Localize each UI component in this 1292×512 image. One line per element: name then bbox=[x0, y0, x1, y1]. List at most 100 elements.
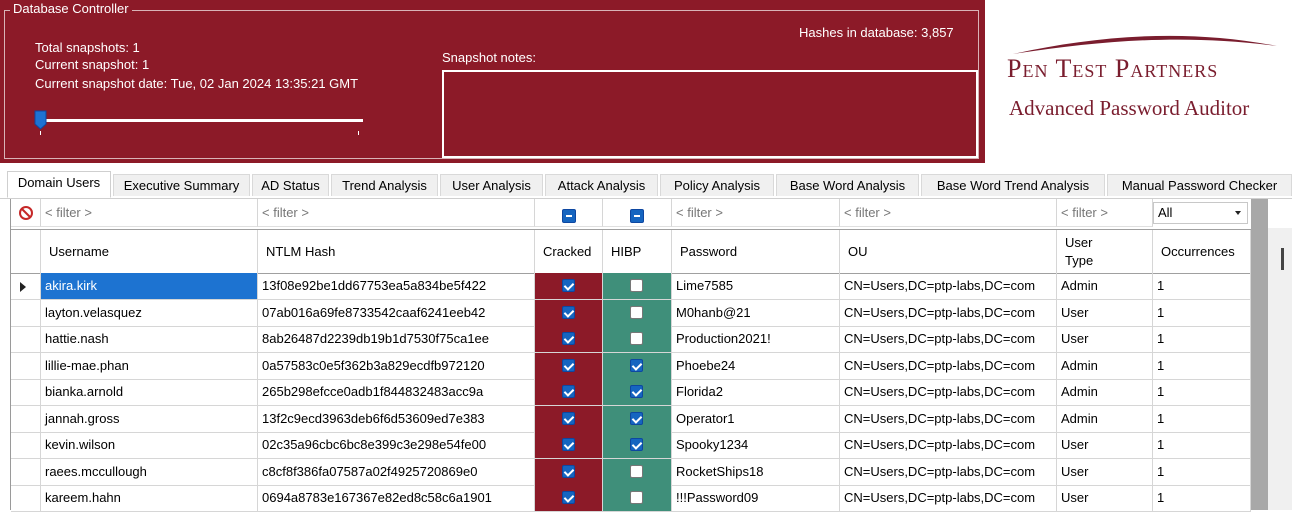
user-type-filter[interactable]: < filter > bbox=[1057, 199, 1153, 227]
tab-trend-analysis[interactable]: Trend Analysis bbox=[331, 174, 438, 196]
cell-ntlm-hash[interactable]: 8ab26487d2239db19b1d7530f75ca1ee bbox=[258, 326, 535, 353]
hibp-checkbox[interactable] bbox=[630, 491, 643, 504]
snapshot-notes-input[interactable] bbox=[442, 70, 978, 158]
scrollbar-thumb[interactable] bbox=[1281, 248, 1284, 270]
row-header[interactable] bbox=[11, 379, 41, 406]
cracked-checkbox[interactable] bbox=[561, 411, 575, 425]
cell-password[interactable]: Lime7585 bbox=[672, 273, 840, 300]
cell-username[interactable]: raees.mccullough bbox=[41, 458, 258, 486]
snapshot-slider-thumb[interactable] bbox=[34, 110, 47, 130]
hibp-checkbox[interactable] bbox=[630, 305, 643, 319]
cell-hibp[interactable] bbox=[603, 485, 672, 512]
tab-domain-users[interactable]: Domain Users bbox=[7, 171, 111, 198]
cell-cracked[interactable] bbox=[535, 379, 603, 406]
cell-hibp[interactable] bbox=[603, 273, 672, 300]
cell-user-type[interactable]: User bbox=[1057, 458, 1153, 486]
tab-base-word-analysis[interactable]: Base Word Analysis bbox=[776, 174, 919, 196]
clear-filters-button[interactable] bbox=[11, 199, 41, 227]
tab-manual-password-checker[interactable]: Manual Password Checker bbox=[1107, 174, 1292, 196]
cell-username[interactable]: lillie-mae.phan bbox=[41, 352, 258, 380]
username-filter[interactable]: < filter > bbox=[41, 199, 258, 227]
col-header-user-type[interactable]: User Type bbox=[1057, 230, 1153, 273]
cell-hibp[interactable] bbox=[603, 432, 672, 459]
hibp-filter[interactable] bbox=[603, 199, 672, 227]
cell-ou[interactable]: CN=Users,DC=ptp-labs,DC=com bbox=[840, 299, 1057, 327]
hibp-checkbox[interactable] bbox=[630, 438, 643, 451]
col-header-occurrences[interactable]: Occurrences bbox=[1153, 230, 1251, 273]
cell-occurrences[interactable]: 1 bbox=[1153, 432, 1251, 459]
row-header[interactable] bbox=[11, 352, 41, 380]
cell-hibp[interactable] bbox=[603, 405, 672, 433]
table-row[interactable]: layton.velasquez 07ab016a69fe8733542caaf6… bbox=[11, 299, 1251, 327]
cell-user-type[interactable]: Admin bbox=[1057, 405, 1153, 433]
cell-password[interactable]: Spooky1234 bbox=[672, 432, 840, 459]
cell-username[interactable]: hattie.nash bbox=[41, 326, 258, 353]
cell-occurrences[interactable]: 1 bbox=[1153, 405, 1251, 433]
cell-occurrences[interactable]: 1 bbox=[1153, 485, 1251, 512]
tab-base-word-trend-analysis[interactable]: Base Word Trend Analysis bbox=[921, 174, 1105, 196]
row-header[interactable] bbox=[11, 405, 41, 433]
vertical-scrollbar[interactable] bbox=[1268, 228, 1292, 510]
cell-occurrences[interactable]: 1 bbox=[1153, 352, 1251, 380]
col-header-username[interactable]: Username bbox=[41, 230, 258, 273]
hibp-checkbox[interactable] bbox=[630, 464, 643, 478]
cell-cracked[interactable] bbox=[535, 299, 603, 327]
cracked-checkbox[interactable] bbox=[561, 358, 575, 372]
row-header[interactable] bbox=[11, 432, 41, 459]
cell-occurrences[interactable]: 1 bbox=[1153, 299, 1251, 327]
cell-username[interactable]: kevin.wilson bbox=[41, 432, 258, 459]
cracked-checkbox[interactable] bbox=[561, 305, 575, 319]
table-row[interactable]: akira.kirk 13f08e92be1dd67753ea5a834be5f4… bbox=[11, 273, 1251, 300]
cell-username[interactable]: layton.velasquez bbox=[41, 299, 258, 327]
col-header-ou[interactable]: OU bbox=[840, 230, 1057, 273]
password-filter[interactable]: < filter > bbox=[672, 199, 840, 227]
cell-occurrences[interactable]: 1 bbox=[1153, 326, 1251, 353]
cell-user-type[interactable]: User bbox=[1057, 299, 1153, 327]
snapshot-slider-track[interactable] bbox=[40, 119, 363, 122]
tab-attack-analysis[interactable]: Attack Analysis bbox=[545, 174, 658, 196]
cell-ou[interactable]: CN=Users,DC=ptp-labs,DC=com bbox=[840, 326, 1057, 353]
cell-cracked[interactable] bbox=[535, 273, 603, 300]
col-header-ntlm-hash[interactable]: NTLM Hash bbox=[258, 230, 535, 273]
cell-user-type[interactable]: User bbox=[1057, 485, 1153, 512]
cell-hibp[interactable] bbox=[603, 458, 672, 486]
hibp-filter-checkbox[interactable] bbox=[630, 208, 644, 223]
cracked-filter-checkbox[interactable] bbox=[561, 208, 576, 223]
cell-cracked[interactable] bbox=[535, 326, 603, 353]
table-row[interactable]: jannah.gross 13f2c9ecd3963deb6f6d53609ed7… bbox=[11, 405, 1251, 433]
cell-ntlm-hash[interactable]: 0a57583c0e5f362b3a829ecdfb972120 bbox=[258, 352, 535, 380]
cell-ntlm-hash[interactable]: 07ab016a69fe8733542caaf6241eeb42 bbox=[258, 299, 535, 327]
row-header[interactable] bbox=[11, 273, 41, 300]
cell-hibp[interactable] bbox=[603, 326, 672, 353]
cell-password[interactable]: Production2021! bbox=[672, 326, 840, 353]
cell-ou[interactable]: CN=Users,DC=ptp-labs,DC=com bbox=[840, 485, 1057, 512]
cracked-checkbox[interactable] bbox=[561, 464, 575, 478]
cell-ntlm-hash[interactable]: 13f08e92be1dd67753ea5a834be5f422 bbox=[258, 273, 535, 300]
cell-ntlm-hash[interactable]: 02c35a96cbc6bc8e399c3e298e54fe00 bbox=[258, 432, 535, 459]
cell-ou[interactable]: CN=Users,DC=ptp-labs,DC=com bbox=[840, 379, 1057, 406]
cell-password[interactable]: Florida2 bbox=[672, 379, 840, 406]
cell-password[interactable]: M0hanb@21 bbox=[672, 299, 840, 327]
cell-cracked[interactable] bbox=[535, 352, 603, 380]
hibp-checkbox[interactable] bbox=[630, 411, 643, 425]
cell-user-type[interactable]: Admin bbox=[1057, 379, 1153, 406]
cell-password[interactable]: RocketShips18 bbox=[672, 458, 840, 486]
table-row[interactable]: raees.mccullough c8cf8f386fa07587a02f4925… bbox=[11, 458, 1251, 486]
table-row[interactable]: bianka.arnold 265b298efcce0adb1f844832483… bbox=[11, 379, 1251, 406]
cell-user-type[interactable]: User bbox=[1057, 326, 1153, 353]
hibp-checkbox[interactable] bbox=[630, 358, 643, 372]
table-row[interactable]: kevin.wilson 02c35a96cbc6bc8e399c3e298e54… bbox=[11, 432, 1251, 459]
cell-cracked[interactable] bbox=[535, 432, 603, 459]
cell-occurrences[interactable]: 1 bbox=[1153, 458, 1251, 486]
cell-ntlm-hash[interactable]: 265b298efcce0adb1f844832483acc9a bbox=[258, 379, 535, 406]
cell-user-type[interactable]: Admin bbox=[1057, 273, 1153, 300]
col-header-cracked[interactable]: Cracked bbox=[535, 230, 603, 273]
tab-policy-analysis[interactable]: Policy Analysis bbox=[660, 174, 774, 196]
col-header-hibp[interactable]: HIBP bbox=[603, 230, 672, 273]
cell-ou[interactable]: CN=Users,DC=ptp-labs,DC=com bbox=[840, 352, 1057, 380]
row-header[interactable] bbox=[11, 458, 41, 486]
cracked-checkbox[interactable] bbox=[561, 332, 575, 345]
occurrences-filter-select[interactable]: All bbox=[1153, 202, 1248, 224]
cell-hibp[interactable] bbox=[603, 379, 672, 406]
cell-username[interactable]: jannah.gross bbox=[41, 405, 258, 433]
